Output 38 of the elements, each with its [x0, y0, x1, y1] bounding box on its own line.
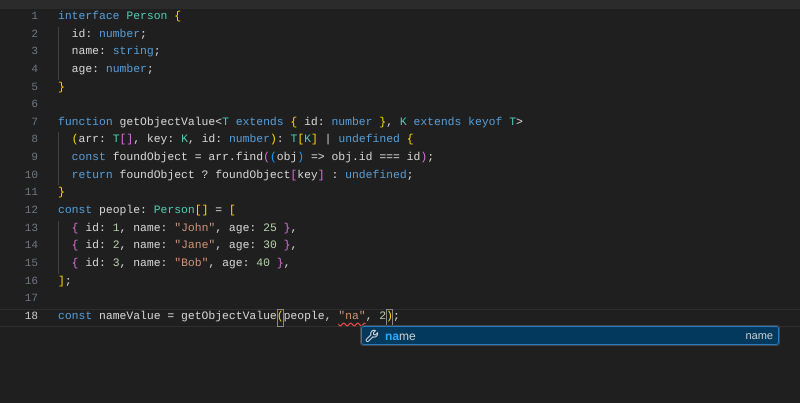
wrench-icon: [365, 328, 379, 342]
line-number: 5: [30, 80, 38, 96]
line-number: 7: [30, 116, 38, 131]
code-text: const nameValue = getObjectValue(people, "na", 2);: [58, 308, 400, 327]
code-text: (arr: T[], key: K, id: number): T[K] | undefined {: [58, 132, 414, 150]
code-text: age: number;: [58, 62, 154, 80]
line-number: 4: [30, 62, 38, 78]
code-text: id: number;: [58, 26, 147, 44]
code-text: interface Person {: [58, 10, 182, 25]
code-text: function getObjectValue<T extends { id: number }, K extends keyof T>: [58, 116, 523, 131]
line-number: 10: [24, 168, 38, 184]
suggestion-item[interactable]: name name: [361, 326, 779, 345]
line-number: 3: [30, 45, 38, 60]
code-text: ];: [58, 274, 72, 290]
line-number: 8: [30, 133, 38, 148]
line-number: 16: [24, 274, 38, 290]
suggestion-label: name: [385, 328, 417, 342]
code-text: }: [58, 186, 65, 202]
line-number: 14: [24, 239, 38, 254]
line-number: 13: [24, 222, 38, 237]
code-text: const foundObject = arr.find((obj) => obj.id === id);: [58, 150, 434, 168]
line-number: 12: [24, 204, 38, 220]
code-text: name: string;: [58, 44, 161, 62]
code-text: { id: 2, name: "Jane", age: 30 },: [58, 238, 298, 256]
code-text: const people: Person[] = [: [58, 204, 236, 220]
line-number: 11: [24, 186, 38, 202]
line-number: 6: [30, 98, 38, 114]
code-text: }: [58, 80, 65, 96]
line-number: 15: [24, 256, 38, 272]
code-text: return foundObject ? foundObject[key] : undefined;: [58, 168, 414, 186]
line-number: 9: [30, 151, 38, 166]
code-text: { id: 1, name: "John", age: 25 },: [58, 220, 298, 238]
code-text: { id: 3, name: "Bob", age: 40 },: [58, 256, 290, 274]
line-number: 18: [24, 310, 38, 325]
line-number: 1: [30, 10, 38, 25]
line-number: 2: [30, 28, 38, 43]
line-number: 17: [24, 292, 38, 308]
suggestion-detail: name: [745, 330, 773, 342]
